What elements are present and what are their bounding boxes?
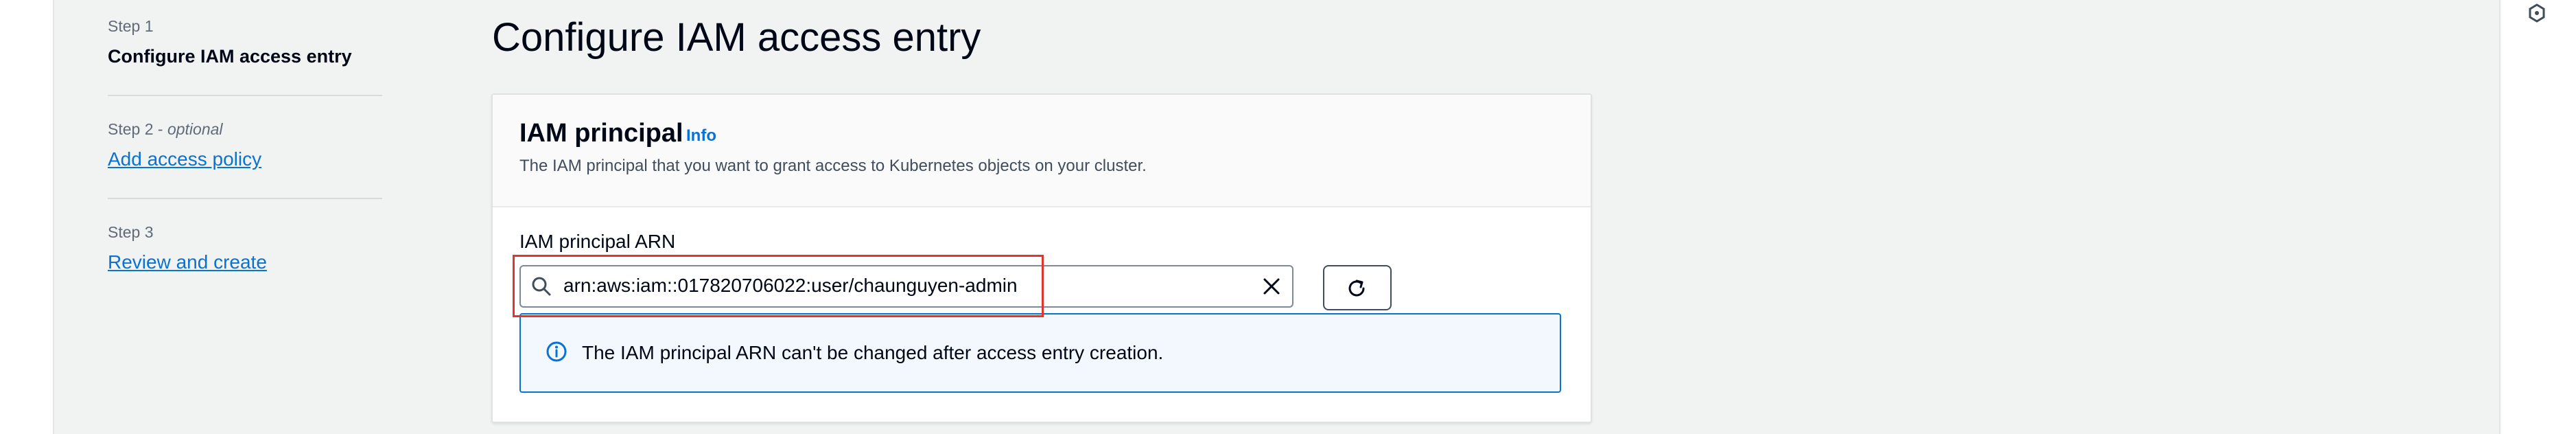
step-divider	[108, 198, 382, 199]
step-2-number: Step 2 - optional	[108, 120, 223, 138]
container-title: IAM principal	[519, 119, 683, 148]
step-1-number: Step 1	[108, 17, 154, 35]
step-2-number-text: Step 2	[108, 120, 154, 138]
page: Step 1 Configure IAM access entry Step 2…	[0, 0, 2576, 434]
info-link[interactable]: Info	[686, 126, 716, 146]
utility-panel	[2499, 0, 2576, 434]
search-icon	[532, 277, 551, 296]
refresh-button[interactable]	[1323, 265, 1392, 310]
iam-principal-container: IAM principal Info The IAM principal tha…	[491, 93, 1592, 423]
iam-principal-arn-label: IAM principal ARN	[519, 231, 676, 252]
step-3-link[interactable]: Review and create	[108, 249, 267, 276]
page-title: Configure IAM access entry	[492, 15, 981, 60]
step-2-optional: optional	[167, 120, 223, 138]
step-divider	[108, 95, 382, 96]
step-3-number: Step 3	[108, 223, 154, 241]
step-2: Step 2 - optional Add access policy	[108, 119, 261, 173]
iam-principal-arn-input[interactable]	[563, 271, 1236, 301]
info-icon	[546, 341, 567, 362]
left-gutter	[0, 0, 54, 434]
step-1: Step 1 Configure IAM access entry	[108, 16, 352, 69]
step-2-link[interactable]: Add access policy	[108, 146, 261, 173]
hexagon-icon[interactable]	[2527, 3, 2547, 23]
info-alert: The IAM principal ARN can't be changed a…	[519, 313, 1561, 393]
alert-message: The IAM principal ARN can't be changed a…	[582, 342, 1164, 363]
refresh-icon	[1348, 279, 1365, 297]
container-header: IAM principal Info The IAM principal tha…	[493, 95, 1591, 207]
close-icon[interactable]	[1261, 275, 1283, 297]
iam-principal-arn-field[interactable]	[519, 265, 1293, 308]
step-3: Step 3 Review and create	[108, 222, 267, 276]
container-description: The IAM principal that you want to grant…	[519, 157, 1147, 175]
step-1-title: Configure IAM access entry	[108, 46, 352, 67]
